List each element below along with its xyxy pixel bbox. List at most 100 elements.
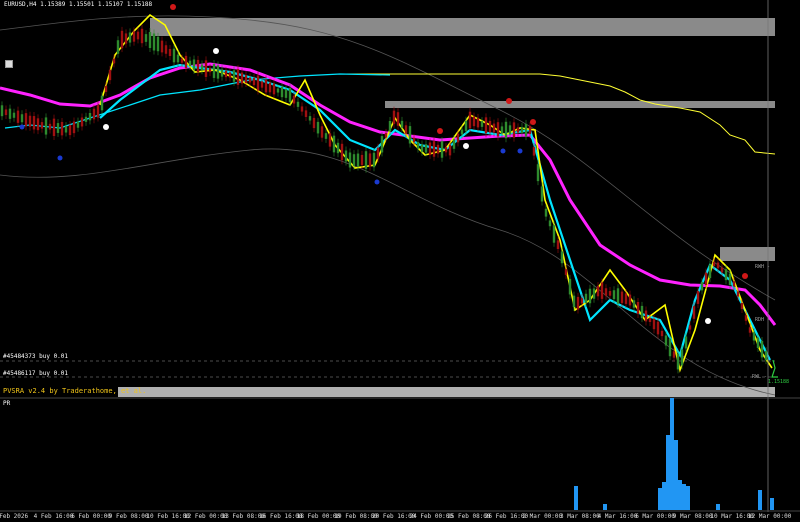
candle-body (760, 340, 764, 358)
pr-histogram (574, 398, 774, 510)
candle-body (704, 272, 708, 285)
candle-body (468, 111, 472, 129)
price-chart-canvas[interactable] (0, 0, 800, 522)
candle-body (496, 122, 500, 137)
candle-body (160, 40, 164, 53)
order-label-1[interactable]: #45484373 buy 0.01 (3, 353, 68, 361)
candle-body (248, 77, 252, 83)
pr-bar (658, 488, 662, 510)
candle-body (296, 101, 300, 107)
candle-body (632, 300, 636, 308)
symbol-bar: EURUSD,H4 1.15389 1.15501 1.15107 1.1518… (4, 1, 153, 8)
candle-body (100, 95, 104, 111)
candle-body (124, 33, 128, 44)
candle-body (52, 118, 56, 137)
candle-body (68, 124, 72, 136)
pr-bar (666, 435, 670, 510)
fractal-up-icon (170, 4, 176, 10)
candle-body (600, 282, 604, 299)
candle-body (268, 82, 272, 93)
candle-body (84, 116, 88, 122)
signal-dot[interactable] (103, 124, 109, 130)
candle-body (524, 123, 528, 137)
chart-window[interactable]: EURUSD,H4 1.15389 1.15501 1.15107 1.1518… (0, 0, 800, 522)
candle-body (344, 150, 348, 162)
candle-body (200, 64, 204, 71)
candle-body (172, 48, 176, 63)
candle-body (144, 34, 148, 42)
candle-body (384, 132, 388, 138)
candle-body (484, 117, 488, 134)
candle-body (104, 86, 108, 92)
candle-body (40, 122, 44, 129)
candle-body (236, 69, 240, 85)
candle-body (416, 142, 420, 149)
candle-body (616, 288, 620, 304)
candle-body (712, 261, 716, 266)
fractal-up-icon (437, 128, 443, 134)
candle-body (284, 89, 288, 98)
price-arrow (771, 359, 778, 378)
zone-low (720, 247, 775, 261)
level-rwl: RWL - (752, 374, 768, 380)
pr-bar (603, 504, 607, 510)
candle-body (716, 262, 720, 269)
candle-body (680, 349, 684, 366)
signal-dot[interactable] (705, 318, 711, 324)
candle-body (400, 120, 404, 128)
candle-body (340, 143, 344, 161)
candle-body (556, 240, 560, 250)
chart-toggle-icon[interactable] (5, 60, 13, 68)
candle-body (252, 77, 256, 86)
pr-bar (758, 490, 762, 510)
candle-body (12, 112, 16, 118)
candle-body (88, 112, 92, 121)
candle-body (536, 164, 540, 182)
candle-body (580, 298, 584, 304)
ma-slow (4, 73, 391, 129)
candle-body (264, 79, 268, 93)
order-label-2[interactable]: #45486117 buy 0.01 (3, 370, 68, 378)
candle-body (476, 117, 480, 128)
signal-dot[interactable] (463, 143, 469, 149)
candle-body (732, 281, 736, 287)
candle-body (656, 321, 660, 335)
level-rwh: RWH - (755, 264, 771, 270)
candle-body (664, 335, 668, 346)
candle-body (316, 121, 320, 134)
step-line (340, 73, 776, 155)
candle-body (592, 288, 596, 299)
candle-body (324, 133, 328, 139)
candle-body (700, 282, 704, 291)
candle-body (448, 144, 452, 156)
candle-body (72, 121, 76, 134)
candle-body (500, 126, 504, 134)
date-tick: 4 Feb 2026 (0, 513, 29, 520)
candle-body (292, 95, 296, 104)
candle-body (744, 315, 748, 321)
candle-body (736, 291, 740, 297)
candle-body (392, 110, 396, 124)
signal-dot[interactable] (213, 48, 219, 54)
candle-body (564, 269, 568, 275)
candle-body (148, 31, 152, 49)
price-tag: 1.15188 (768, 379, 790, 385)
candle-body (0, 105, 4, 117)
candle-body (64, 126, 68, 133)
candle-body (560, 251, 564, 264)
candle-body (652, 318, 656, 330)
pr-bar (770, 498, 774, 510)
candle-body (672, 351, 676, 358)
candle-body (584, 293, 588, 304)
candle-body (516, 127, 520, 133)
candle-body (724, 269, 728, 281)
candle-body (76, 121, 80, 128)
candle-body (304, 110, 308, 117)
candle-body (756, 337, 760, 349)
candle-body (48, 123, 52, 130)
candle-body (752, 332, 756, 341)
candle-body (460, 129, 464, 135)
indicator-bar (118, 387, 775, 397)
zone-mid (385, 101, 775, 108)
candle-body (604, 288, 608, 296)
